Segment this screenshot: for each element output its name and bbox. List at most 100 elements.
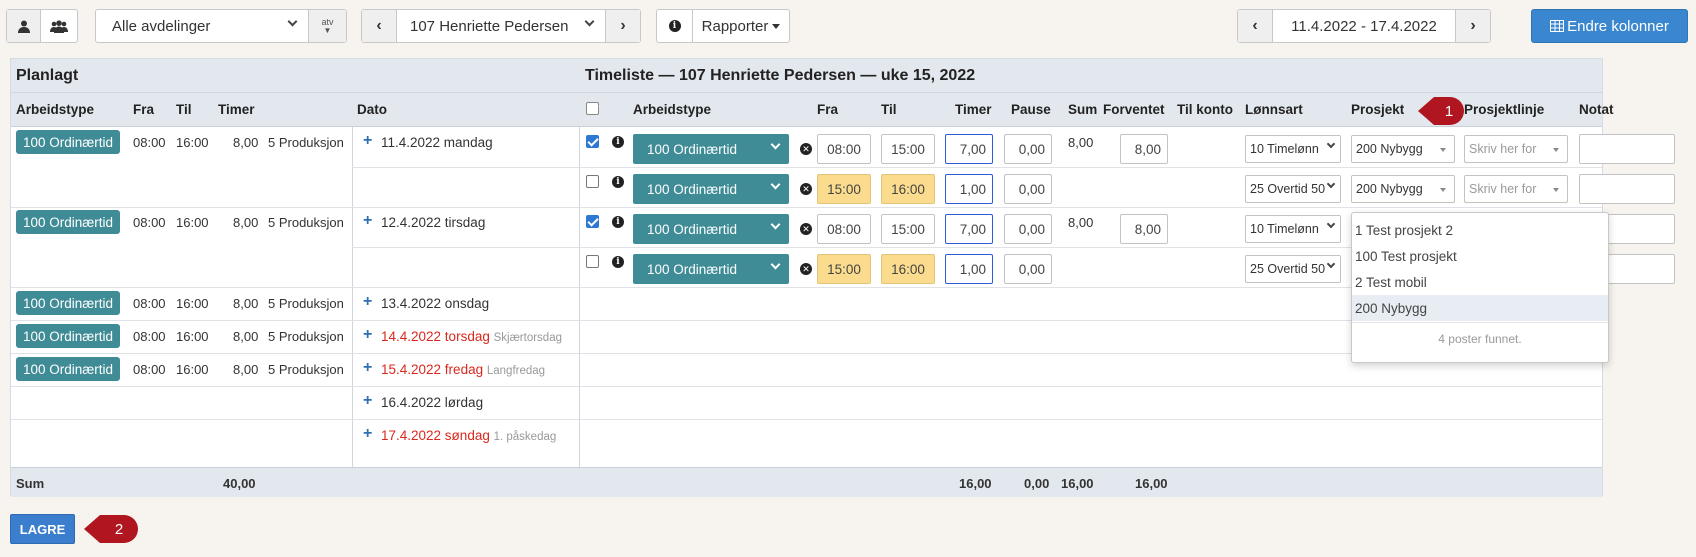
clear-icon[interactable]: ✕	[800, 223, 812, 235]
from-input[interactable]: 15:00	[817, 254, 871, 284]
work-type-select[interactable]: 100 Ordinærtid	[633, 214, 789, 244]
panel-header: Planlagt Timeliste — 107 Henriette Peder…	[11, 59, 1602, 93]
add-row-plus-icon[interactable]: +	[363, 359, 372, 377]
add-row-plus-icon[interactable]: +	[363, 392, 372, 410]
reports-group: i Rapporter	[656, 9, 790, 43]
from-input[interactable]: 15:00	[817, 174, 871, 204]
hours-input[interactable]: 1,00	[945, 174, 993, 204]
caret-down-icon	[1440, 188, 1446, 192]
sum-hours: 16,00	[959, 476, 992, 491]
wage-type-select[interactable]: 25 Overtid 50	[1245, 255, 1341, 283]
work-type-select[interactable]: 100 Ordinærtid	[633, 254, 789, 284]
col-fra: Fra	[817, 102, 839, 117]
atv-sort-button[interactable]: atv ▼	[309, 10, 346, 42]
to-input[interactable]: 16:00	[881, 174, 935, 204]
reports-dropdown-button[interactable]: Rapporter	[693, 10, 789, 42]
planned-hours: 8,00	[233, 296, 259, 311]
add-row-plus-icon[interactable]: +	[363, 326, 372, 344]
callout-number: 2	[114, 520, 124, 538]
planned-from: 08:00	[133, 362, 166, 377]
add-row-plus-icon[interactable]: +	[363, 132, 372, 150]
project-select[interactable]: 200 Nybygg	[1351, 175, 1455, 203]
hours-input[interactable]: 7,00	[945, 214, 993, 244]
col-lonnsart: Lønnsart	[1245, 102, 1303, 117]
wage-type-select[interactable]: 10 Timelønn	[1245, 215, 1341, 243]
add-row-plus-icon[interactable]: +	[363, 293, 372, 311]
to-input[interactable]: 16:00	[881, 254, 935, 284]
pause-input[interactable]: 0,00	[1004, 134, 1052, 164]
sum-expected: 16,00	[1135, 476, 1168, 491]
note-input[interactable]	[1579, 134, 1675, 164]
wage-type-value: 25 Overtid 50	[1250, 182, 1326, 196]
to-input[interactable]: 15:00	[881, 214, 935, 244]
project-option[interactable]: 2 Test mobil	[1352, 269, 1608, 295]
chevron-down-icon	[1326, 259, 1336, 269]
single-user-button[interactable]	[7, 10, 41, 42]
work-type-value: 100 Ordinærtid	[647, 221, 738, 237]
planned-to: 16:00	[176, 362, 209, 377]
holiday-note: Skjærtorsdag	[493, 332, 562, 344]
info-icon[interactable]: i	[612, 176, 624, 188]
info-icon[interactable]: i	[612, 136, 624, 148]
project-option[interactable]: 1 Test prosjekt 2	[1352, 217, 1608, 243]
wage-type-select[interactable]: 25 Overtid 50	[1245, 175, 1341, 203]
from-input[interactable]: 08:00	[817, 214, 871, 244]
info-icon[interactable]: i	[612, 216, 624, 228]
employee-select[interactable]: 107 Henriette Pedersen	[397, 10, 606, 42]
project-line-select[interactable]: Skriv her for	[1464, 175, 1568, 203]
to-input[interactable]: 15:00	[881, 134, 935, 164]
pause-input[interactable]: 0,00	[1004, 214, 1052, 244]
planned-date: 16.4.2022 lørdag	[381, 395, 484, 410]
add-row-plus-icon[interactable]: +	[363, 212, 372, 230]
clear-icon[interactable]: ✕	[800, 183, 812, 195]
project-dropdown-menu: 1 Test prosjekt 2 100 Test prosjekt 2 Te…	[1351, 212, 1609, 363]
save-button[interactable]: LAGRE	[10, 514, 75, 544]
from-input[interactable]: 08:00	[817, 134, 871, 164]
row-checkbox[interactable]	[586, 135, 599, 148]
pause-input[interactable]: 0,00	[1004, 254, 1052, 284]
wage-type-select[interactable]: 10 Timelønn	[1245, 135, 1341, 163]
change-columns-button[interactable]: Endre kolonner	[1531, 9, 1688, 43]
row-checkbox[interactable]	[586, 175, 599, 188]
planned-date: 13.4.2022 onsdag	[381, 296, 490, 311]
work-type-select[interactable]: 100 Ordinærtid	[633, 174, 789, 204]
info-icon[interactable]: i	[612, 256, 624, 268]
pause-input[interactable]: 0,00	[1004, 174, 1052, 204]
next-week-button[interactable]: ›	[1456, 10, 1490, 42]
caret-down-icon	[772, 23, 781, 29]
col-til: Til	[881, 102, 897, 117]
note-input[interactable]	[1579, 174, 1675, 204]
clear-icon[interactable]: ✕	[800, 143, 812, 155]
expected-input[interactable]: 8,00	[1120, 134, 1168, 164]
previous-week-button[interactable]: ‹	[1238, 10, 1273, 42]
col-pause: Pause	[1011, 102, 1051, 117]
select-all-checkbox[interactable]	[586, 102, 599, 115]
chevron-down-icon	[287, 16, 298, 27]
row-checkbox[interactable]	[586, 215, 599, 228]
col-forventet: Forventet	[1103, 102, 1165, 117]
date-range-display[interactable]: 11.4.2022 - 17.4.2022	[1273, 10, 1456, 42]
department-select[interactable]: Alle avdelinger	[96, 10, 309, 42]
col-notat: Notat	[1579, 102, 1614, 117]
work-type-select[interactable]: 100 Ordinærtid	[633, 134, 789, 164]
hours-input[interactable]: 7,00	[945, 134, 993, 164]
sum-value: 8,00	[1068, 135, 1094, 150]
project-select[interactable]: 200 Nybygg	[1351, 135, 1455, 163]
column-header-row: Arbeidstype Fra Til Timer Dato Arbeidsty…	[11, 93, 1614, 127]
project-line-select[interactable]: Skriv her for	[1464, 135, 1568, 163]
info-button[interactable]: i	[657, 10, 693, 42]
project-option-selected[interactable]: 200 Nybygg	[1352, 295, 1608, 321]
planned-hours: 8,00	[233, 329, 259, 344]
group-users-button[interactable]	[41, 10, 77, 42]
callout-marker-2: 2	[84, 515, 138, 543]
next-employee-button[interactable]: ›	[606, 10, 640, 42]
hours-input[interactable]: 1,00	[945, 254, 993, 284]
previous-employee-button[interactable]: ‹	[362, 10, 397, 42]
row-checkbox[interactable]	[586, 255, 599, 268]
expected-input[interactable]: 8,00	[1120, 214, 1168, 244]
add-row-plus-icon[interactable]: +	[363, 425, 372, 443]
project-option[interactable]: 100 Test prosjekt	[1352, 243, 1608, 269]
sort-down-icon: ▼	[323, 25, 332, 35]
users-icon	[50, 19, 68, 33]
clear-icon[interactable]: ✕	[800, 263, 812, 275]
